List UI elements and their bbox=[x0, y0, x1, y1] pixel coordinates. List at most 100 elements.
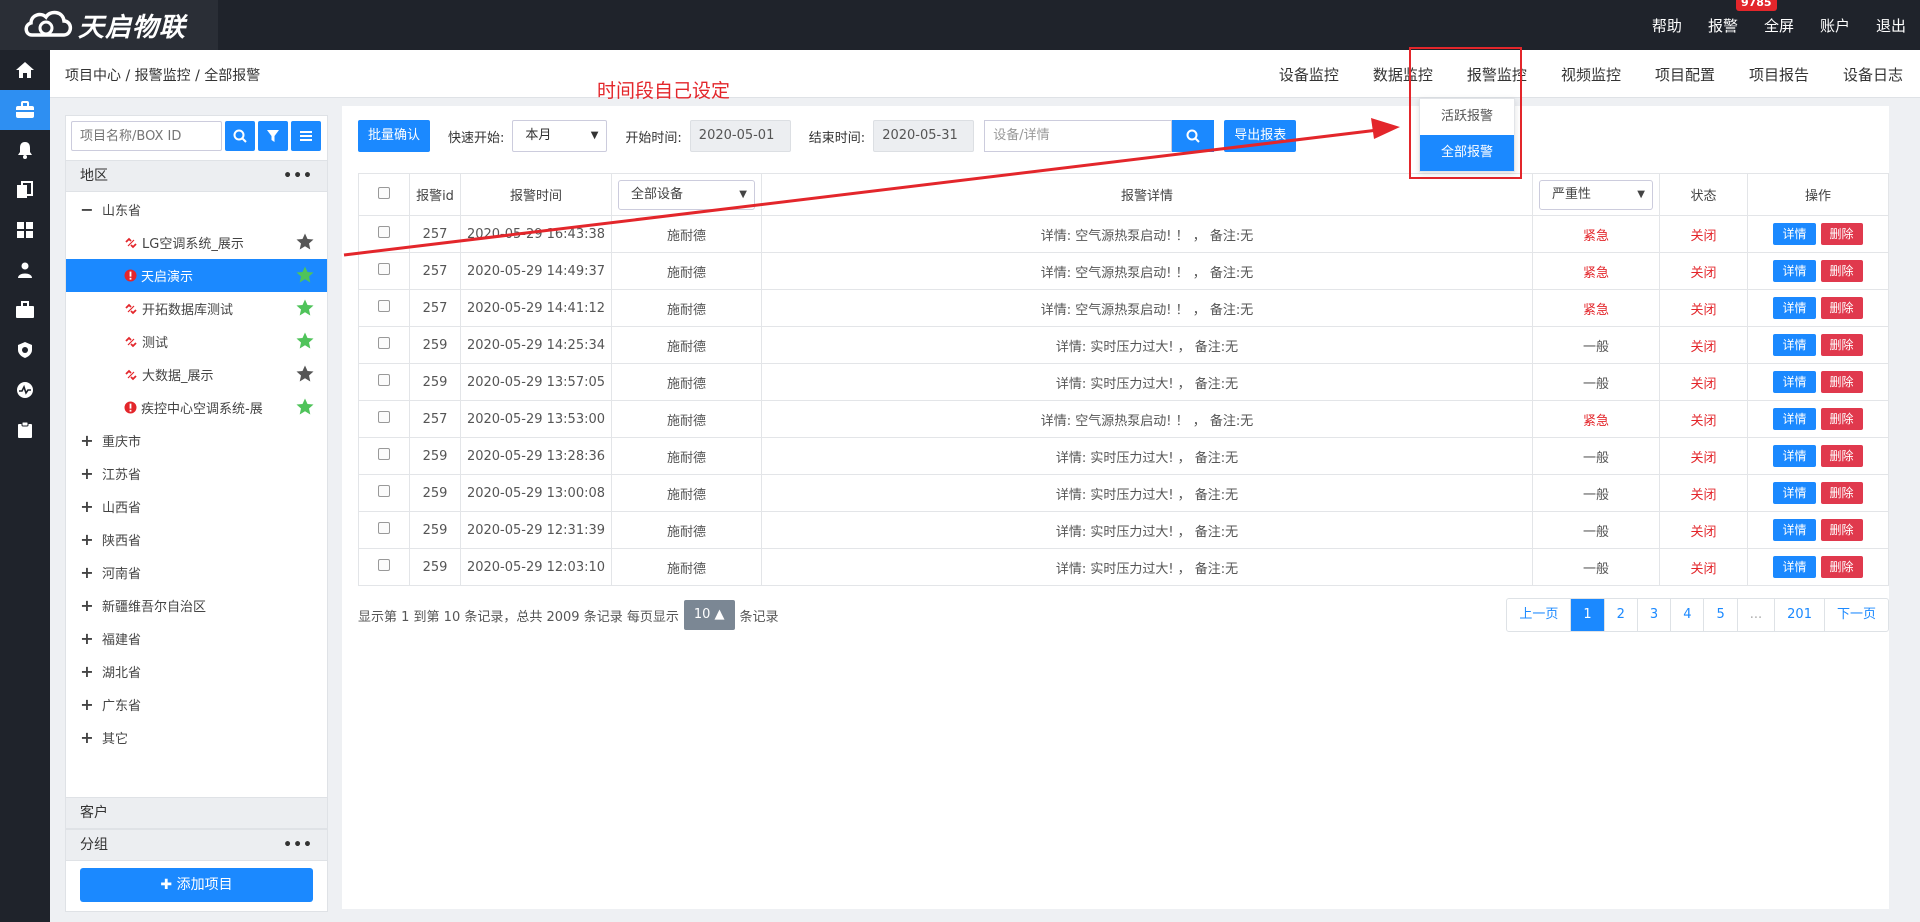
page-button[interactable]: 4 bbox=[1670, 599, 1703, 631]
rail-toolbox[interactable] bbox=[0, 290, 50, 330]
add-project-button[interactable]: ✚ 添加项目 bbox=[80, 868, 313, 902]
row-checkbox[interactable] bbox=[378, 226, 390, 238]
detail-button[interactable]: 详情 bbox=[1773, 334, 1816, 356]
page-button[interactable]: 2 bbox=[1603, 599, 1637, 631]
filter-button[interactable] bbox=[258, 121, 288, 151]
tree-region-item[interactable]: + 福建省 bbox=[66, 622, 327, 655]
favorite-toggle[interactable] bbox=[296, 299, 314, 320]
logout-link[interactable]: 退出 bbox=[1876, 15, 1906, 36]
star-icon[interactable] bbox=[296, 299, 314, 316]
tree-project-item[interactable]: 开拓数据库测试 bbox=[66, 292, 327, 325]
region-more-icon[interactable]: ••• bbox=[283, 161, 313, 191]
start-time-input[interactable]: 2020-05-01 bbox=[689, 120, 791, 152]
minus-icon[interactable]: − bbox=[80, 200, 94, 219]
account-link[interactable]: 账户 bbox=[1820, 15, 1850, 36]
tree-region-item[interactable]: + 广东省 bbox=[66, 688, 327, 721]
plus-icon[interactable]: + bbox=[80, 563, 94, 582]
delete-button[interactable]: 删除 bbox=[1820, 334, 1863, 356]
select-all-checkbox[interactable] bbox=[378, 186, 390, 199]
row-checkbox[interactable] bbox=[378, 263, 390, 275]
detail-button[interactable]: 详情 bbox=[1773, 371, 1816, 393]
rail-copy[interactable] bbox=[0, 170, 50, 210]
row-checkbox[interactable] bbox=[378, 522, 390, 534]
row-checkbox[interactable] bbox=[378, 411, 390, 423]
rail-monitor[interactable] bbox=[0, 370, 50, 410]
tree-region-item[interactable]: + 其它 bbox=[66, 721, 327, 754]
tab-project-report[interactable]: 项目报告 bbox=[1732, 64, 1826, 85]
plus-icon[interactable]: + bbox=[80, 629, 94, 648]
rail-users[interactable] bbox=[0, 250, 50, 290]
plus-icon[interactable]: + bbox=[80, 728, 94, 747]
submenu-all-alarms[interactable]: 全部报警 bbox=[1420, 135, 1514, 171]
page-button[interactable]: 5 bbox=[1703, 599, 1736, 631]
star-icon[interactable] bbox=[296, 365, 314, 382]
star-icon[interactable] bbox=[296, 398, 314, 415]
favorite-toggle[interactable] bbox=[296, 266, 314, 287]
plus-icon[interactable]: + bbox=[80, 695, 94, 714]
logo[interactable]: 天启物联 bbox=[0, 0, 218, 50]
star-icon[interactable] bbox=[296, 332, 314, 349]
device-filter-select[interactable]: 全部设备 ▼ bbox=[618, 179, 755, 210]
plus-icon[interactable]: + bbox=[80, 497, 94, 516]
detail-button[interactable]: 详情 bbox=[1773, 556, 1816, 578]
tree-project-item[interactable]: 测试 bbox=[66, 325, 327, 358]
tree-region-item[interactable]: + 山西省 bbox=[66, 490, 327, 523]
device-search-button[interactable] bbox=[1172, 120, 1215, 152]
quick-start-select[interactable]: 本月 ▼ bbox=[512, 120, 608, 152]
delete-button[interactable]: 删除 bbox=[1820, 260, 1863, 282]
delete-button[interactable]: 删除 bbox=[1820, 519, 1863, 541]
tab-video-monitor[interactable]: 视频监控 bbox=[1544, 64, 1638, 85]
row-checkbox[interactable] bbox=[378, 374, 390, 386]
rail-clipboard[interactable] bbox=[0, 410, 50, 450]
delete-button[interactable]: 删除 bbox=[1820, 482, 1863, 504]
tab-device-monitor[interactable]: 设备监控 bbox=[1262, 64, 1356, 85]
favorite-toggle[interactable] bbox=[296, 398, 314, 419]
plus-icon[interactable]: + bbox=[80, 596, 94, 615]
alarm-link[interactable]: 报警 9785 bbox=[1708, 0, 1777, 36]
tree-project-item[interactable]: 疾控中心空调系统-展 bbox=[66, 391, 327, 424]
submenu-active-alarms[interactable]: 活跃报警 bbox=[1420, 99, 1514, 135]
region-section-header[interactable]: 地区 ••• bbox=[66, 160, 327, 192]
plus-icon[interactable]: + bbox=[80, 464, 94, 483]
severity-filter-select[interactable]: 严重性 ▼ bbox=[1539, 179, 1653, 210]
help-link[interactable]: 帮助 bbox=[1652, 15, 1682, 36]
delete-button[interactable]: 删除 bbox=[1820, 371, 1863, 393]
delete-button[interactable]: 删除 bbox=[1820, 408, 1863, 430]
delete-button[interactable]: 删除 bbox=[1820, 445, 1863, 467]
delete-button[interactable]: 删除 bbox=[1820, 223, 1863, 245]
tree-project-item[interactable]: 大数据_展示 bbox=[66, 358, 327, 391]
group-section-header[interactable]: 分组 ••• bbox=[66, 829, 327, 861]
favorite-toggle[interactable] bbox=[296, 332, 314, 353]
page-ellipsis[interactable]: ... bbox=[1736, 599, 1774, 631]
rail-dashboard[interactable] bbox=[0, 210, 50, 250]
page-button[interactable]: 3 bbox=[1636, 599, 1670, 631]
project-search-input[interactable] bbox=[71, 121, 222, 151]
row-checkbox[interactable] bbox=[378, 559, 390, 571]
detail-button[interactable]: 详情 bbox=[1773, 408, 1816, 430]
tree-region-item[interactable]: + 河南省 bbox=[66, 556, 327, 589]
favorite-toggle[interactable] bbox=[296, 233, 314, 254]
tab-project-config[interactable]: 项目配置 bbox=[1638, 64, 1732, 85]
rail-home[interactable] bbox=[0, 50, 50, 90]
delete-button[interactable]: 删除 bbox=[1820, 556, 1863, 578]
tab-device-log[interactable]: 设备日志 bbox=[1826, 64, 1920, 85]
next-page-button[interactable]: 下一页 bbox=[1823, 599, 1888, 631]
project-search-button[interactable] bbox=[225, 121, 255, 151]
page-button[interactable]: 1 bbox=[1570, 599, 1604, 631]
tree-region-item[interactable]: − 山东省 bbox=[66, 193, 327, 226]
tree-region-item[interactable]: + 江苏省 bbox=[66, 457, 327, 490]
detail-button[interactable]: 详情 bbox=[1773, 482, 1816, 504]
batch-confirm-button[interactable]: 批量确认 bbox=[358, 120, 431, 152]
detail-button[interactable]: 详情 bbox=[1773, 519, 1816, 541]
rail-project[interactable] bbox=[0, 90, 50, 130]
list-view-button[interactable] bbox=[291, 121, 321, 151]
detail-button[interactable]: 详情 bbox=[1773, 297, 1816, 319]
row-checkbox[interactable] bbox=[378, 337, 390, 349]
prev-page-button[interactable]: 上一页 bbox=[1507, 599, 1570, 631]
star-icon[interactable] bbox=[296, 233, 314, 250]
tree-region-item[interactable]: + 重庆市 bbox=[66, 424, 327, 457]
end-time-input[interactable]: 2020-05-31 bbox=[873, 120, 975, 152]
tree-region-item[interactable]: + 湖北省 bbox=[66, 655, 327, 688]
rail-alarm[interactable] bbox=[0, 130, 50, 170]
delete-button[interactable]: 删除 bbox=[1820, 297, 1863, 319]
